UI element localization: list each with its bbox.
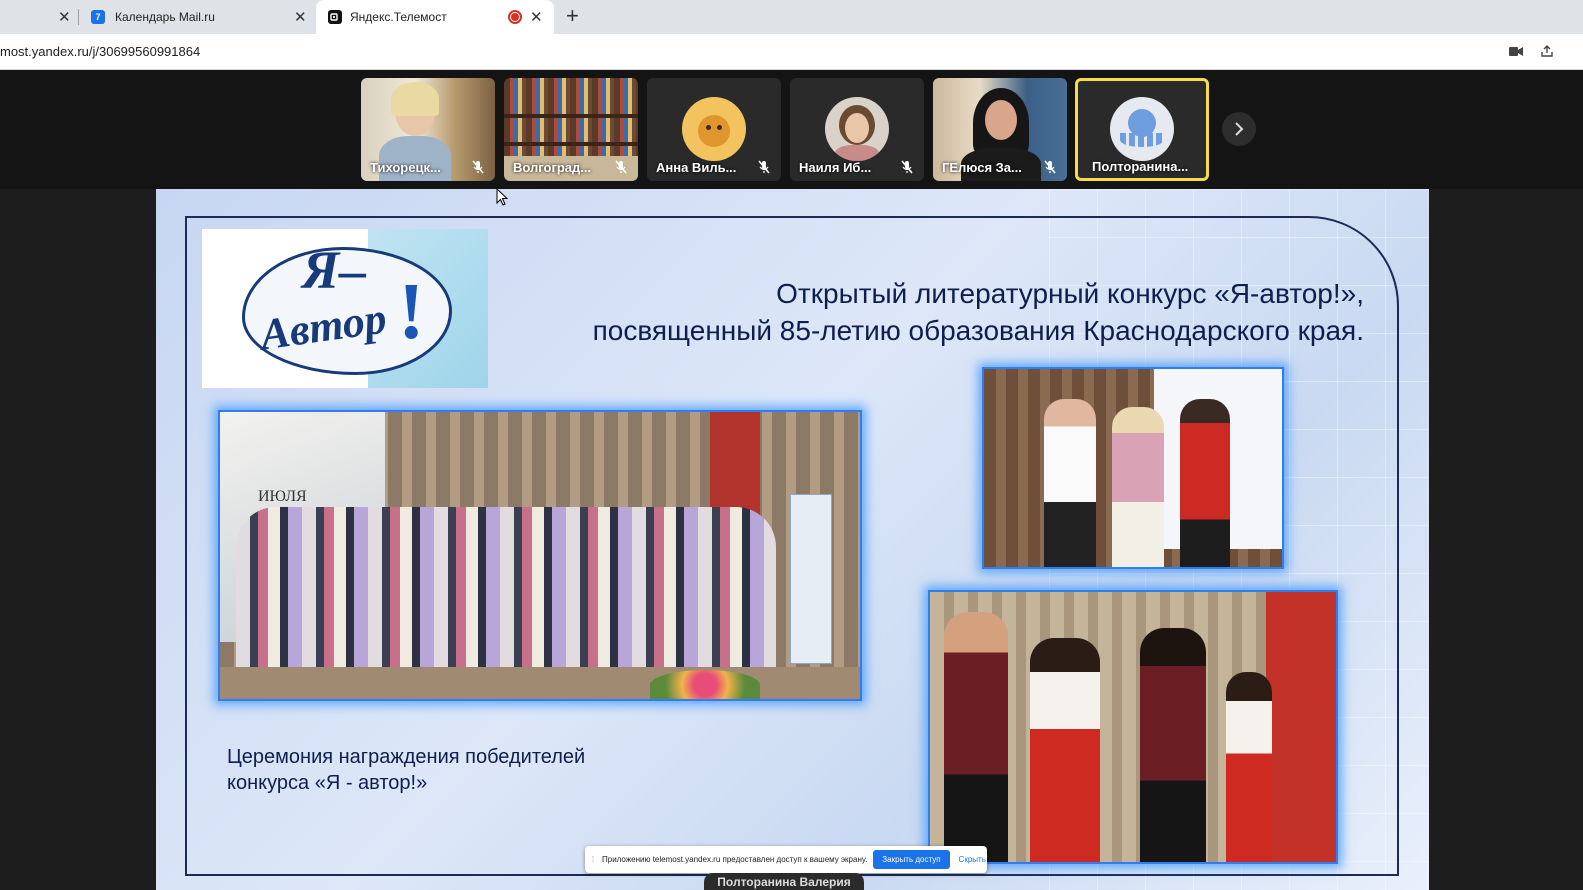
lion-face xyxy=(698,115,730,147)
participant-tile-active[interactable]: Полторанина... xyxy=(1075,78,1209,181)
person-woman-red xyxy=(1180,399,1230,567)
lion-eye xyxy=(706,125,711,130)
tab-title: Яндекс.Телемост xyxy=(350,10,447,24)
stop-sharing-button[interactable]: Закрыть доступ xyxy=(873,850,950,869)
participant-name: Наиля Иб... xyxy=(799,160,872,175)
performer xyxy=(1030,638,1100,862)
participant-name: Анна Виль... xyxy=(656,160,737,175)
shelf-line xyxy=(504,142,638,146)
new-tab-icon[interactable]: + xyxy=(566,5,579,27)
close-icon[interactable]: ✕ xyxy=(530,8,543,26)
close-icon[interactable]: ✕ xyxy=(58,8,71,26)
octopus-avatar xyxy=(1110,97,1174,161)
caption-line: Церемония награждения победителей xyxy=(227,746,586,768)
tab-bar: ✕ 7 Календарь Mail.ru ✕ Яндекс.Телемост … xyxy=(0,0,1583,34)
title-line: Открытый литературный конкурс «Я-автор!»… xyxy=(776,278,1364,309)
stage-screen-text: ИЮЛЯ xyxy=(258,488,307,505)
mic-muted-icon xyxy=(472,160,484,174)
octopus-tentacles xyxy=(1120,133,1164,147)
face-shape xyxy=(845,113,869,143)
red-curtain xyxy=(1266,592,1336,862)
hair-shape xyxy=(391,82,439,116)
award-photo xyxy=(982,367,1284,569)
camera-icon[interactable] xyxy=(1508,43,1524,59)
participant-tile[interactable]: Тихорецк... xyxy=(361,78,495,181)
lion-avatar xyxy=(682,97,746,161)
address-bar: most.yandex.ru/j/30699560991864 xyxy=(0,34,1583,70)
share-message: Приложению telemost.yandex.ru предоставл… xyxy=(602,855,868,864)
calendar-icon: 7 xyxy=(91,10,105,24)
banner-stand xyxy=(790,494,832,664)
contest-logo: Я– Автор ! xyxy=(202,229,488,388)
hide-banner-button[interactable]: Скрыть xyxy=(959,855,986,864)
lion-eye xyxy=(717,125,722,130)
participant-tile[interactable]: Анна Виль... xyxy=(647,78,781,181)
mic-muted-icon xyxy=(758,160,770,174)
tab-0[interactable]: ✕ xyxy=(0,0,78,34)
presentation-slide: Я– Автор ! Открытый литературный конкурс… xyxy=(156,189,1429,890)
performer xyxy=(944,612,1008,862)
drag-handle-icon[interactable]: ⁞ xyxy=(588,855,598,864)
ensemble-photo xyxy=(928,590,1338,864)
screen-share-banner: ⁞ Приложению telemost.yandex.ru предоста… xyxy=(585,846,987,873)
group-photo: ИЮЛЯ xyxy=(218,410,862,701)
tab-telemost[interactable]: Яндекс.Телемост ✕ xyxy=(316,0,554,34)
person-man xyxy=(1044,399,1096,567)
title-line: посвященный 85-летию образования Краснод… xyxy=(592,315,1364,346)
slide-title: Открытый литературный конкурс «Я-автор!»… xyxy=(496,275,1364,349)
participant-tile[interactable]: Наиля Иб... xyxy=(790,78,924,181)
recording-icon xyxy=(508,10,522,24)
participant-tile[interactable]: ГЕлюся За... xyxy=(933,78,1067,181)
mouse-cursor-icon xyxy=(496,188,508,206)
participants-strip: Тихорецк... Волгоград... Анна Виль... На… xyxy=(0,70,1583,189)
person-woman xyxy=(1112,407,1164,567)
mic-muted-icon xyxy=(615,160,627,174)
body-shape xyxy=(835,145,879,161)
tab-title: Календарь Mail.ru xyxy=(115,10,215,24)
mic-muted-icon xyxy=(1044,160,1056,174)
flowers xyxy=(650,670,760,699)
photo-avatar xyxy=(825,97,889,161)
presenter-name: Полторанина Валерия xyxy=(704,873,864,890)
face-shape xyxy=(985,100,1017,140)
participant-name: Тихорецк... xyxy=(370,160,441,175)
logo-exclamation: ! xyxy=(398,268,425,356)
share-icon[interactable] xyxy=(1539,43,1555,59)
close-icon[interactable]: ✕ xyxy=(294,8,307,26)
shelf-line xyxy=(504,114,638,118)
tab-calendar[interactable]: 7 Календарь Mail.ru ✕ xyxy=(84,0,314,34)
mic-muted-icon xyxy=(901,160,913,174)
telemost-icon xyxy=(328,10,342,24)
participant-name: Полторанина... xyxy=(1092,159,1189,174)
participant-tile[interactable]: Волгоград... xyxy=(504,78,638,181)
tab-separator xyxy=(78,9,79,25)
participant-name: Волгоград... xyxy=(513,160,592,175)
logo-letter: Я– xyxy=(302,240,367,300)
url-field[interactable]: most.yandex.ru/j/30699560991864 xyxy=(0,44,200,59)
performer xyxy=(1140,628,1206,862)
participant-name: ГЕлюся За... xyxy=(942,160,1022,175)
slide-caption: Церемония награждения победителей конкур… xyxy=(227,744,585,796)
people-group xyxy=(236,507,776,677)
chevron-right-icon[interactable] xyxy=(1222,112,1256,146)
caption-line: конкурса «Я - автор!» xyxy=(227,772,428,794)
performer xyxy=(1226,672,1272,862)
stage-floor xyxy=(220,667,860,699)
